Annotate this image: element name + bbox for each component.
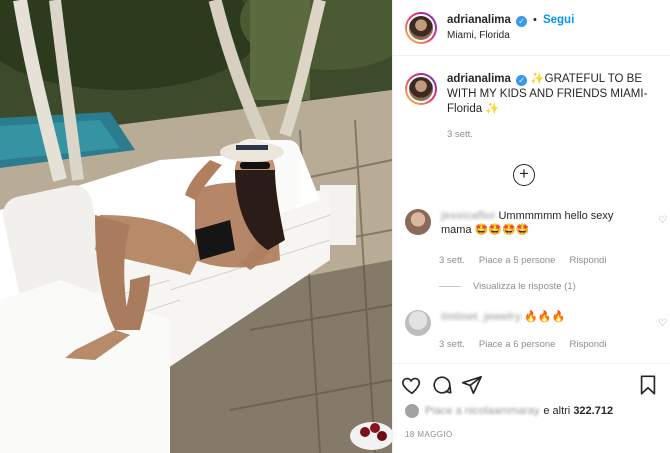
comment-item: tintinet_jewelry 🔥🔥🔥 ♡ — [405, 310, 667, 336]
verified-badge-icon: ✓ — [515, 16, 527, 27]
view-replies[interactable]: Visualizza le risposte (1) — [439, 281, 576, 292]
comment-time[interactable]: 3 sett. — [439, 339, 465, 350]
author-avatar[interactable] — [405, 11, 437, 44]
commenter-avatar[interactable] — [405, 209, 431, 235]
comment-time[interactable]: 3 sett. — [439, 255, 465, 266]
reply-button[interactable]: Rispondi — [569, 339, 606, 350]
view-replies-label[interactable]: Visualizza le risposte (1) — [473, 281, 576, 292]
post-photo[interactable] — [0, 0, 392, 453]
author-meta: adrianalima ✓ • Segui Miami, Florida — [447, 14, 574, 41]
post-side-panel: adrianalima ✓ • Segui Miami, Florida adr… — [392, 0, 670, 453]
bookmark-icon[interactable] — [637, 374, 659, 396]
comment-likes[interactable]: Piace a 6 persone — [479, 339, 556, 350]
share-icon[interactable] — [461, 374, 483, 396]
post-footer: Piace a nicolaammaray e altri 322.712 18… — [393, 363, 670, 439]
liker-name[interactable]: Piace a nicolaammaray — [425, 405, 539, 417]
caption: adrianalima ✓ ✨GRATEFUL TO BE WITH MY KI… — [393, 56, 670, 142]
comment-emoji: 🔥🔥🔥 — [524, 311, 566, 323]
commenter-avatar[interactable] — [405, 310, 431, 336]
instagram-post: adrianalima ✓ • Segui Miami, Florida adr… — [0, 0, 670, 453]
caption-avatar[interactable] — [405, 73, 437, 105]
sparkle-icon: ✨ — [530, 73, 545, 85]
commenter-username[interactable]: tintinet_jewelry — [441, 311, 521, 323]
comment-body: jessicaflor Ummmmmm hello sexy mama 🤩🤩🤩🤩 — [441, 209, 641, 237]
commenter-username[interactable]: jessicaflor — [441, 210, 495, 222]
comment-actions: 3 sett. Piace a 6 persone Rispondi — [405, 339, 620, 350]
separator-dot: • — [533, 14, 537, 26]
post-date[interactable]: 18 MAGGIO — [405, 430, 453, 439]
like-comment-icon[interactable]: ♡ — [658, 318, 667, 329]
load-more-comments-button[interactable]: + — [513, 164, 535, 186]
post-header: adrianalima ✓ • Segui Miami, Florida — [393, 0, 670, 56]
likes-suffix: e altri — [543, 405, 571, 417]
heart-icon[interactable] — [401, 374, 423, 396]
liker-avatar[interactable] — [405, 404, 419, 418]
like-comment-icon[interactable]: ♡ — [658, 215, 667, 226]
reply-button[interactable]: Rispondi — [569, 255, 606, 266]
likes-summary: Piace a nicolaammaray e altri 322.712 — [405, 404, 613, 418]
comment-likes[interactable]: Piace a 5 persone — [479, 255, 556, 266]
comment-icon[interactable] — [431, 374, 453, 396]
caption-username[interactable]: adrianalima — [447, 73, 511, 85]
location-link[interactable]: Miami, Florida — [447, 30, 574, 41]
caption-time[interactable]: 3 sett. — [447, 127, 657, 142]
replies-divider — [439, 286, 461, 287]
plus-circle-icon: + — [519, 164, 529, 183]
comment-actions: 3 sett. Piace a 5 persone Rispondi — [405, 255, 620, 266]
comment-item: jessicaflor Ummmmmm hello sexy mama 🤩🤩🤩🤩… — [405, 209, 667, 237]
likes-count[interactable]: 322.712 — [573, 405, 613, 417]
caption-body: adrianalima ✓ ✨GRATEFUL TO BE WITH MY KI… — [447, 72, 657, 142]
sparkle-icon: ✨ — [485, 103, 500, 115]
follow-button[interactable]: Segui — [543, 14, 574, 26]
author-username[interactable]: adrianalima — [447, 14, 511, 26]
comment-emoji: 🤩🤩🤩🤩 — [474, 224, 530, 236]
comment-body: tintinet_jewelry 🔥🔥🔥 — [441, 310, 641, 336]
verified-badge-icon: ✓ — [516, 75, 528, 86]
action-bar — [393, 364, 670, 404]
photo-illustration — [0, 0, 392, 453]
